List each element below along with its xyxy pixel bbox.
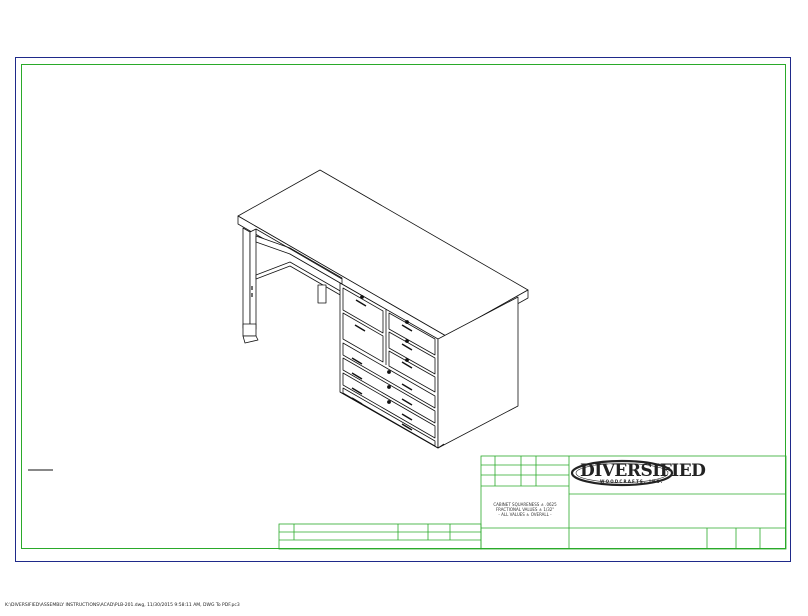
left-leg-front (242, 227, 251, 333)
company-subtitle: WOODCRAFTS, INC. (600, 479, 664, 484)
file-path-footer: K:\DIVERSIFIED\ASSEMBLY INSTRUCTIONS\ACA… (5, 603, 240, 608)
tolerance-note: - ALL VALUES ± OVERALL - (498, 512, 552, 517)
tolerance-notes: CABINET SQUARENESS ± .0625 FRACTIONAL VA… (483, 502, 567, 517)
workbench-drawing (28, 169, 787, 550)
workbench-illustration (237, 169, 529, 449)
company-name: DIVERSIFIED (580, 461, 706, 481)
